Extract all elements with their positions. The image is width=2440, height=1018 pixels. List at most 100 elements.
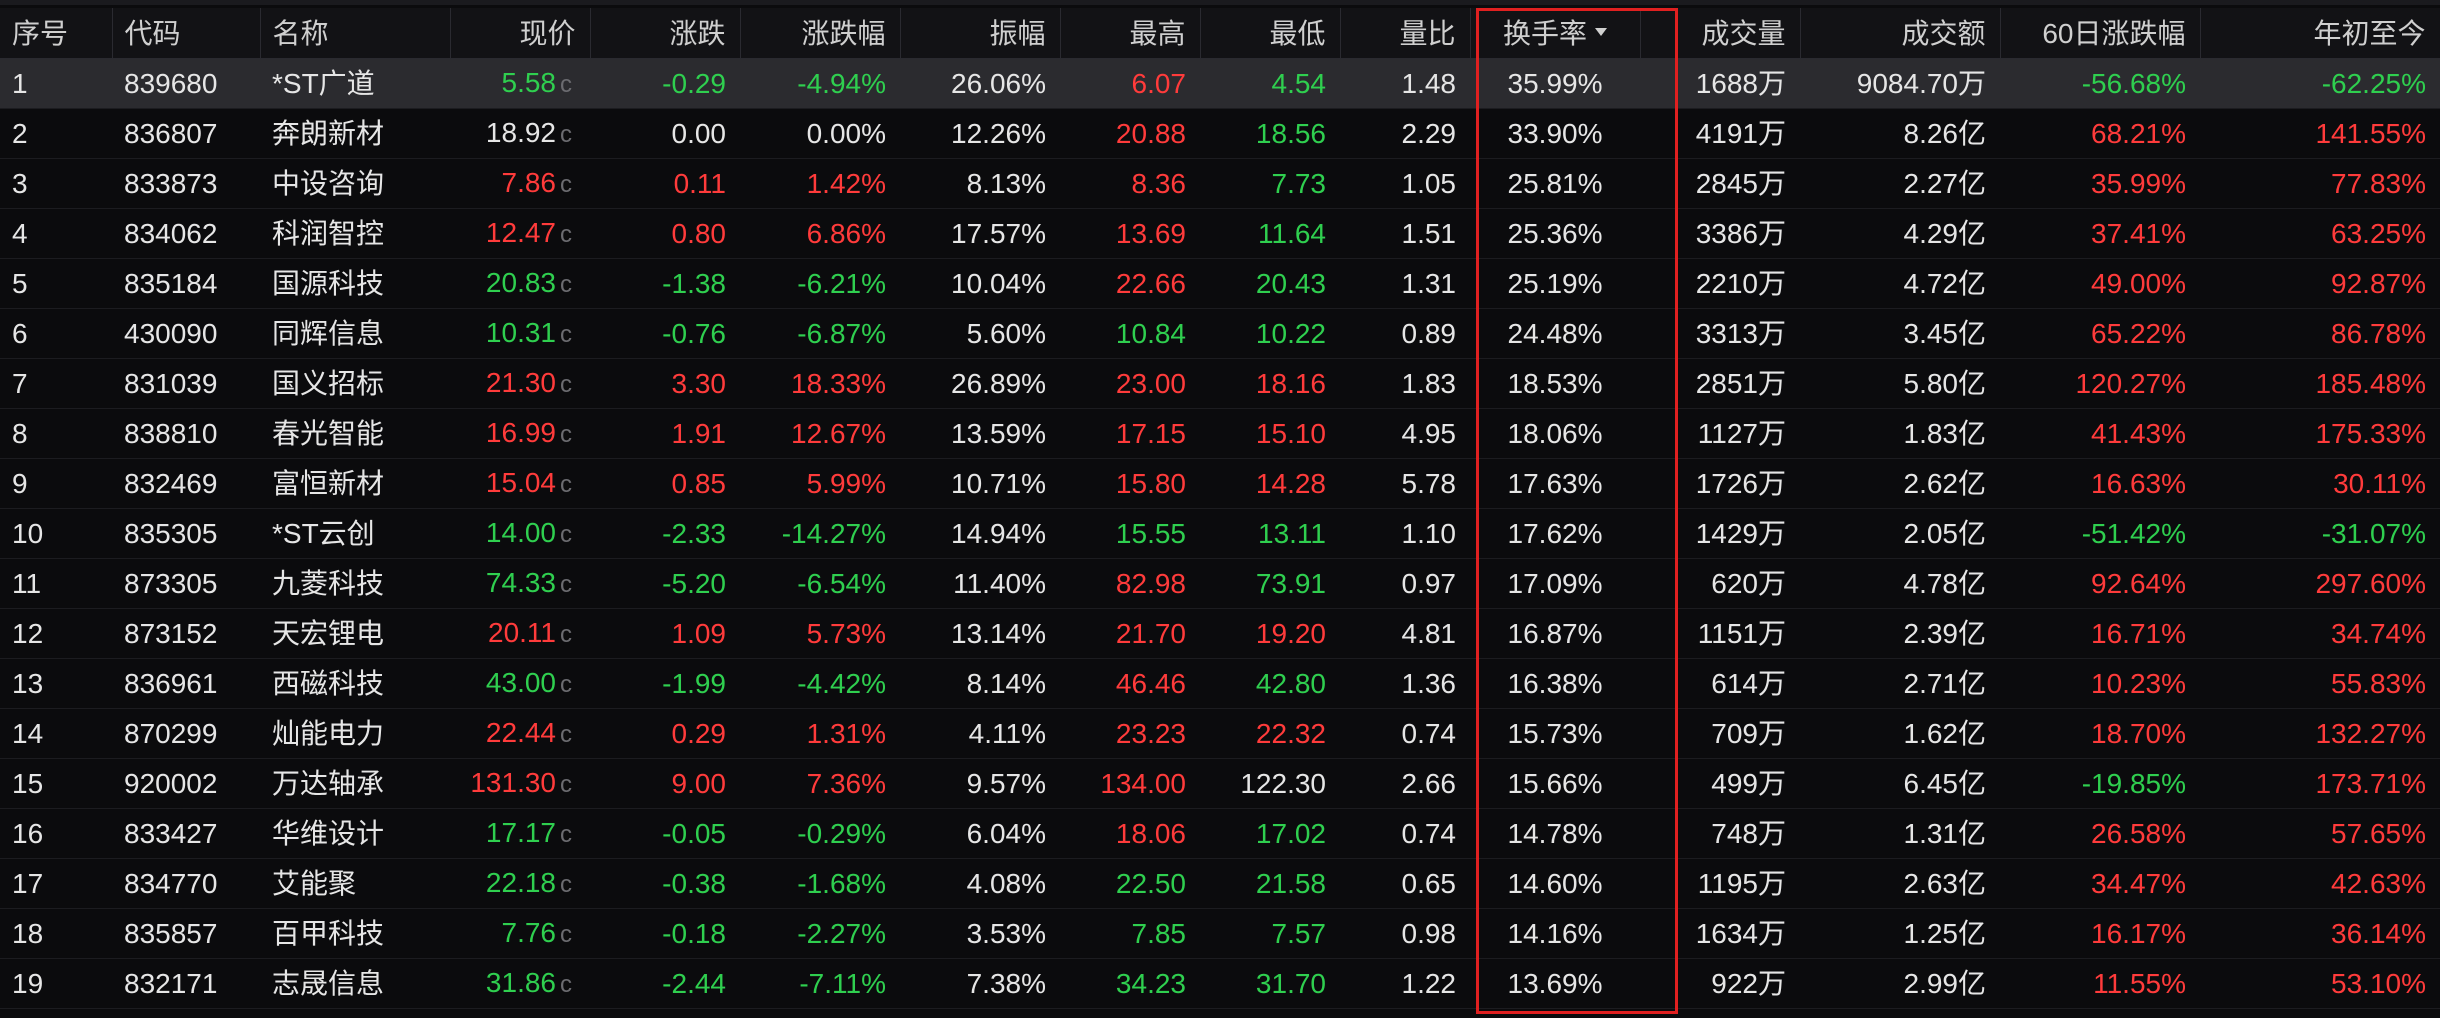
volume-cell: 551万 [1640,1008,1800,1018]
amount: 4.78亿 [1903,568,1987,599]
day-low: 17.02 [1255,818,1326,849]
price-change: -2.33 [662,518,726,549]
stock-name: 奔朗新材 [272,118,385,149]
table-row[interactable]: 11 873305 九菱科技 74.33 c -5.20 -6.54% 11.40% 82.98… [0,558,2440,609]
amplitude: 26.06% [951,68,1046,99]
stock-name: 天宏锂电 [272,618,385,649]
row-index-cell: 15 [0,758,112,809]
table-row[interactable]: 9 832469 富恒新材 15.04 c 0.85 5.99% 10.71% 15.80 14.… [0,458,2440,509]
change-60day: 16.71% [2091,618,2186,649]
table-row[interactable]: 15 920002 万达轴承 131.30 c 9.00 7.36% 9.57% 134.00 1… [0,758,2440,809]
price-change: 0.00 [671,118,727,149]
column-header-low[interactable]: 最低 [1200,8,1341,59]
table-row[interactable]: 10 835305 *ST云创 14.00 c -2.33 -14.27% 14.94% 15.… [0,508,2440,559]
column-header-volume[interactable]: 成交量 [1640,8,1801,59]
column-header-volume-ratio[interactable]: 量比 [1340,8,1471,59]
day-high: 20.88 [1115,118,1186,149]
change-percent-cell: -7.11% [740,958,900,1009]
column-header-code[interactable]: 代码 [112,8,261,59]
column-header-60day-change[interactable]: 60日涨跌幅 [2000,8,2201,59]
table-row[interactable]: 13 836961 西磁科技 43.00 c -1.99 -4.42% 8.14% 46.46 4… [0,658,2440,709]
stock-code: 836807 [124,118,218,149]
day-high-cell: 46.46 [1060,658,1200,709]
amount: 2.27亿 [1903,168,1987,199]
column-header-amount[interactable]: 成交额 [1800,8,2001,59]
row-index: 17 [12,868,44,899]
amount: 8.26亿 [1903,118,1987,149]
column-header-ytd-change[interactable]: 年初至今 [2200,8,2440,59]
table-row[interactable]: 20430564天润科技22.71c0.863.94%9.52%23.2921.… [0,1008,2440,1018]
table-header-row: 序号 代码 名称 现价 涨跌 涨跌幅 振幅 最高 最低 量比 换手率 成交量 成… [0,8,2440,59]
table-row[interactable]: 19 832171 志晟信息 31.86 c -2.44 -7.11% 7.38% 34.23 3… [0,958,2440,1009]
change-60day: -56.68% [2081,68,2186,99]
amplitude: 9.57% [966,768,1046,799]
volume: 620万 [1711,568,1786,599]
column-header-high[interactable]: 最高 [1060,8,1201,59]
stock-name-cell: 春光智能 [260,408,450,459]
table-row[interactable]: 3 833873 中设咨询 7.86 c 0.11 1.42% 8.13% 8.36 7.73 1.… [0,158,2440,209]
stock-name-cell: 灿能电力 [260,708,450,759]
table-row[interactable]: 7 831039 国义招标 21.30 c 3.30 18.33% 26.89% 23.00 18… [0,358,2440,409]
price-change: 0.80 [671,218,727,249]
change-percent: -2.27% [797,918,886,949]
change-60day-cell: 26.58% [2000,808,2200,859]
row-index: 4 [12,218,28,249]
price-change: -1.38 [662,268,726,299]
row-index-cell: 2 [0,108,112,159]
column-header-index[interactable]: 序号 [0,8,113,59]
table-row[interactable]: 14 870299 灿能电力 22.44 c 0.29 1.31% 4.11% 23.23 22.… [0,708,2440,759]
amount-cell: 2.05亿 [1800,508,2000,559]
column-header-turnover-rate[interactable]: 换手率 [1470,8,1641,59]
volume-cell: 2845万 [1640,158,1800,209]
table-row[interactable]: 8 838810 春光智能 16.99 c 1.91 12.67% 13.59% 17.15 15… [0,408,2440,459]
column-header-change-pct[interactable]: 涨跌幅 [740,8,901,59]
volume-ratio-cell: 2.66 [1340,758,1470,809]
amplitude-cell: 12.26% [900,108,1060,159]
amount: 4.72亿 [1903,268,1987,299]
price-suffix-mark: c [560,171,572,198]
volume-ratio-cell: 1.59 [1340,1008,1470,1018]
day-low: 42.80 [1255,668,1326,699]
change-ytd: 53.10% [2331,968,2426,999]
turnover-header-label: 换手率 [1502,17,1587,49]
stock-name: 百甲科技 [272,918,385,949]
stock-code: 832171 [124,968,218,999]
table-row[interactable]: 12 873152 天宏锂电 20.11 c 1.09 5.73% 13.14% 21.70 19… [0,608,2440,659]
table-row[interactable]: 6 430090 同辉信息 10.31 c -0.76 -6.87% 5.60% 10.84 10… [0,308,2440,359]
column-header-amplitude[interactable]: 振幅 [900,8,1061,59]
current-price-cell: 43.00 c [450,658,590,709]
day-high-cell: 134.00 [1060,758,1200,809]
table-row[interactable]: 16 833427 华维设计 17.17 c -0.05 -0.29% 6.04% 18.06 1… [0,808,2440,859]
volume-ratio-cell: 1.10 [1340,508,1470,559]
day-low: 18.16 [1255,368,1326,399]
row-index-cell: 19 [0,958,112,1009]
volume-ratio: 1.22 [1401,968,1457,999]
day-low-cell: 10.22 [1200,308,1340,359]
column-header-price[interactable]: 现价 [450,8,591,59]
table-row[interactable]: 2 836807 奔朗新材 18.92 c 0.00 0.00% 12.26% 20.88 18.… [0,108,2440,159]
current-price: 10.31 [485,317,556,348]
day-low-cell: 14.28 [1200,458,1340,509]
volume-ratio-cell: 4.81 [1340,608,1470,659]
table-row[interactable]: 18 835857 百甲科技 7.76 c -0.18 -2.27% 3.53% 7.85 7.5… [0,908,2440,959]
table-row[interactable]: 5 835184 国源科技 20.83 c -1.38 -6.21% 10.04% 22.66 2… [0,258,2440,309]
amount: 2.63亿 [1903,868,1987,899]
change-ytd-cell: 141.55% [2200,108,2440,159]
stock-code: 834062 [124,218,218,249]
table-row[interactable]: 1 839680 *ST广道 5.58 c -0.29 -4.94% 26.06% 6.07 4.… [0,58,2440,109]
amplitude-cell: 13.59% [900,408,1060,459]
row-index-cell: 5 [0,258,112,309]
current-price: 16.99 [485,417,556,448]
change-percent: -14.27% [781,518,886,549]
price-change-cell: -1.38 [590,258,740,309]
price-change: -0.05 [662,818,726,849]
row-index: 11 [12,568,42,599]
table-row[interactable]: 17 834770 艾能聚 22.18 c -0.38 -1.68% 4.08% 22.50 21… [0,858,2440,909]
turnover-rate-cell: 24.48% [1470,308,1640,359]
day-high: 15.55 [1115,518,1186,549]
column-header-name[interactable]: 名称 [260,8,451,59]
table-row[interactable]: 4 834062 科润智控 12.47 c 0.80 6.86% 17.57% 13.69 11.… [0,208,2440,259]
column-header-change[interactable]: 涨跌 [590,8,741,59]
amplitude-cell: 4.08% [900,858,1060,909]
change-60day: -19.85% [2081,768,2186,799]
